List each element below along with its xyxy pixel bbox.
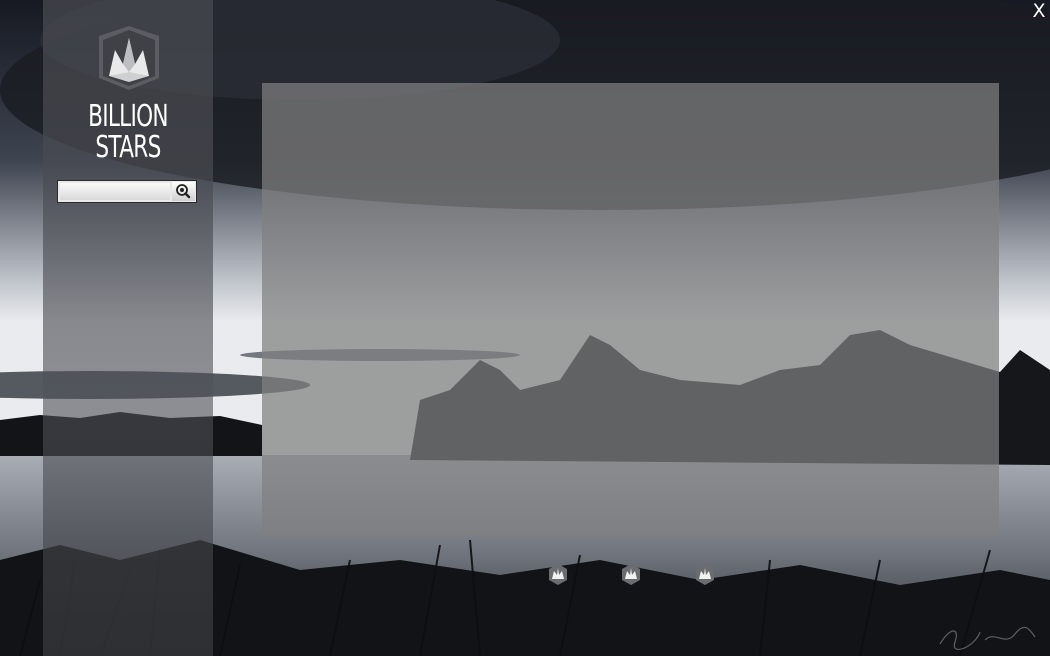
search-button[interactable] (172, 182, 195, 201)
brand-name-line2: STARS (95, 130, 161, 165)
search-box (57, 180, 197, 203)
sidebar: BILLION STARS (43, 0, 213, 656)
content-panel (262, 83, 999, 537)
search-input[interactable] (60, 183, 170, 200)
search-icon (176, 184, 191, 199)
nav-crown-icon-2[interactable] (620, 563, 642, 586)
close-button[interactable]: X (1029, 0, 1049, 22)
brand-name-line1: BILLION (88, 99, 168, 134)
crown-logo-icon (99, 26, 159, 90)
signature-watermark (939, 626, 1036, 650)
nav-crown-icon-1[interactable] (547, 563, 569, 586)
nav-crown-icon-3[interactable] (694, 563, 716, 586)
